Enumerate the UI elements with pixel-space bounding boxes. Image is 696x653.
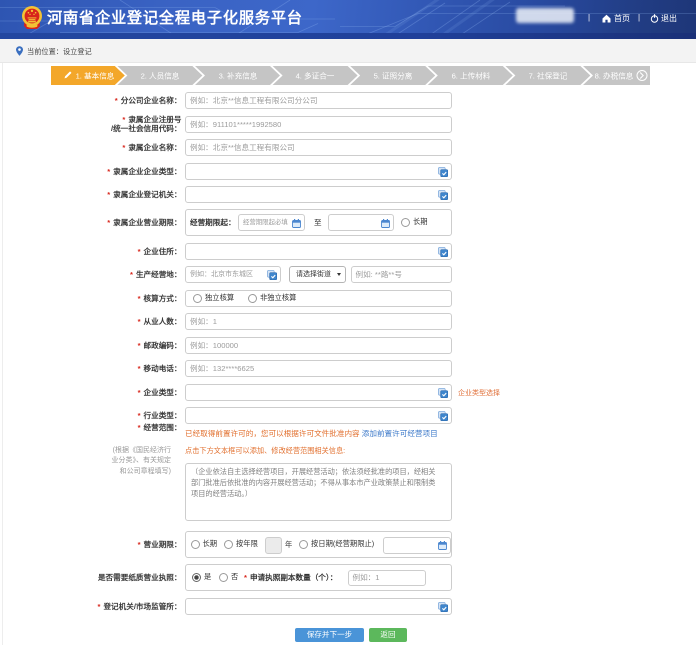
svg-text:7. 社保登记: 7. 社保登记 [529, 70, 568, 80]
svg-text:5. 证照分离: 5. 证照分离 [374, 70, 413, 80]
svg-text:3. 补充信息: 3. 补充信息 [219, 70, 258, 80]
svg-text:1. 基本信息: 1. 基本信息 [76, 70, 115, 80]
svg-text:2. 人员信息: 2. 人员信息 [141, 70, 180, 80]
svg-text:6. 上传材料: 6. 上传材料 [452, 70, 491, 80]
svg-text:4. 多证合一: 4. 多证合一 [296, 70, 335, 80]
svg-text:8. 办税信息: 8. 办税信息 [595, 70, 634, 80]
